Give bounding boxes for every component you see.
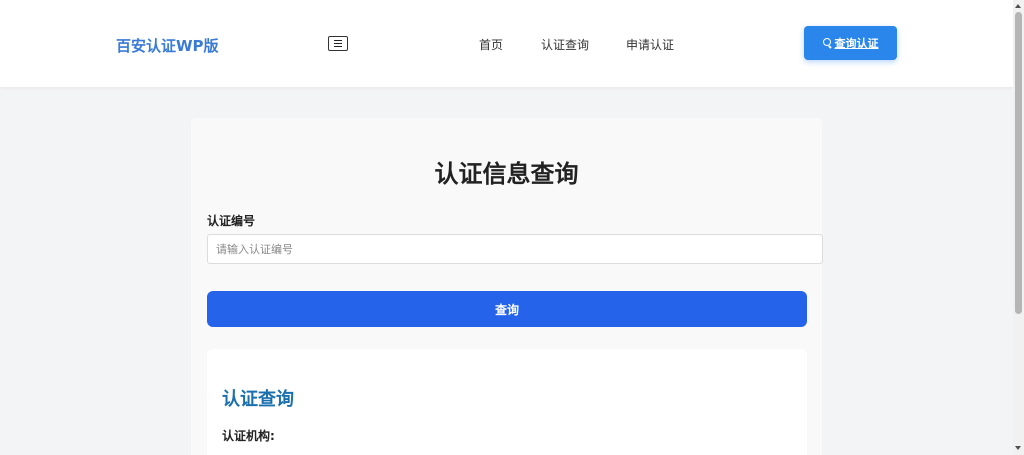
search-icon: [822, 38, 833, 48]
scroll-up-arrow-icon[interactable]: [1015, 4, 1021, 8]
certificate-number-input[interactable]: [207, 234, 823, 264]
nav-link-query[interactable]: 认证查询: [541, 36, 589, 53]
result-title: 认证查询: [222, 389, 294, 410]
result-panel: 认证查询 认证机构:: [207, 349, 807, 455]
submit-query-button[interactable]: 查询: [207, 291, 807, 327]
menu-toggle-button[interactable]: [328, 36, 348, 51]
certificate-number-label: 认证编号: [207, 214, 256, 228]
top-navbar: 百安认证WP版 首页 认证查询 申请认证 查询认证: [0, 0, 1013, 87]
query-certification-button[interactable]: 查询认证: [804, 26, 897, 60]
query-card: 认证信息查询 认证编号 查询 认证查询 认证机构:: [191, 118, 823, 455]
hamburger-icon: [334, 39, 342, 42]
scrollbar-thumb[interactable]: [1015, 12, 1022, 314]
page-title: 认证信息查询: [434, 160, 579, 188]
scroll-down-arrow-icon[interactable]: [1015, 446, 1021, 450]
nav-link-apply[interactable]: 申请认证: [626, 36, 674, 53]
nav-link-home[interactable]: 首页: [479, 36, 503, 53]
brand-logo[interactable]: 百安认证WP版: [116, 35, 219, 56]
query-certification-label: 查询认证: [834, 37, 879, 50]
certification-org-label: 认证机构:: [222, 429, 275, 443]
page-scrollbar[interactable]: [1013, 0, 1024, 455]
